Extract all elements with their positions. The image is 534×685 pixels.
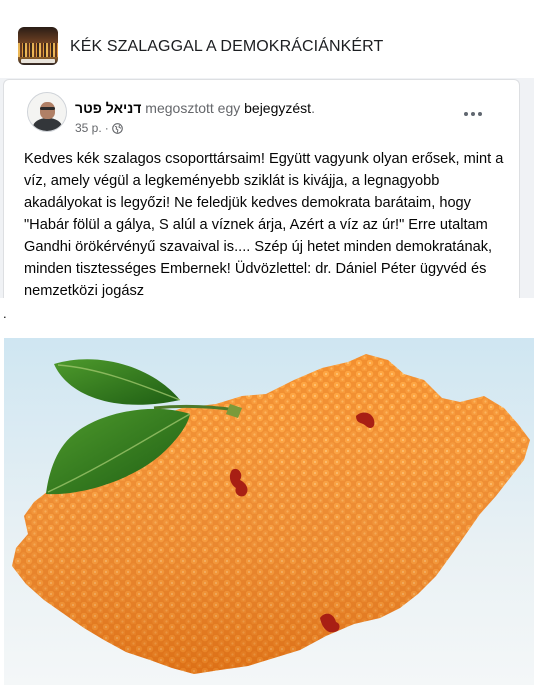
more-options-icon[interactable] bbox=[461, 102, 485, 126]
more-dot bbox=[464, 112, 468, 116]
shared-action-text: megosztott egy bbox=[141, 100, 245, 116]
post-image-svg bbox=[4, 338, 534, 685]
author-name[interactable]: דניאל פטר bbox=[75, 100, 141, 116]
group-avatar-caption bbox=[21, 59, 55, 63]
author-avatar[interactable] bbox=[27, 92, 67, 132]
avatar-body bbox=[33, 118, 62, 131]
post-body-text: Kedves kék szalagos csoporttársaim! Együ… bbox=[24, 151, 508, 299]
shared-action-end: . bbox=[311, 100, 315, 116]
meta-separator: · bbox=[104, 121, 109, 135]
group-title[interactable]: KÉK SZALAGGAL A DEMOKRÁCIÁNKÉRT bbox=[70, 38, 383, 56]
group-avatar-crowd bbox=[18, 43, 58, 57]
orange-hungary-map-image[interactable] bbox=[4, 338, 534, 685]
author-line: דניאל פטר megosztott egy bejegyzést. bbox=[75, 100, 315, 116]
shared-post-link[interactable]: bejegyzést bbox=[244, 100, 311, 116]
post-card: דניאל פטר megosztott egy bejegyzést. 35 … bbox=[3, 79, 520, 299]
group-photo-icon[interactable] bbox=[18, 27, 58, 65]
more-dot bbox=[471, 112, 475, 116]
avatar-glasses bbox=[40, 107, 55, 110]
separator-text: . bbox=[3, 306, 7, 321]
group-header: KÉK SZALAGGAL A DEMOKRÁCIÁNKÉRT bbox=[0, 0, 534, 78]
avatar-face bbox=[40, 102, 55, 119]
post-meta: 35 p. · bbox=[75, 121, 123, 135]
globe-icon[interactable] bbox=[111, 122, 123, 134]
post-timestamp[interactable]: 35 p. bbox=[75, 121, 102, 135]
more-dot bbox=[478, 112, 482, 116]
